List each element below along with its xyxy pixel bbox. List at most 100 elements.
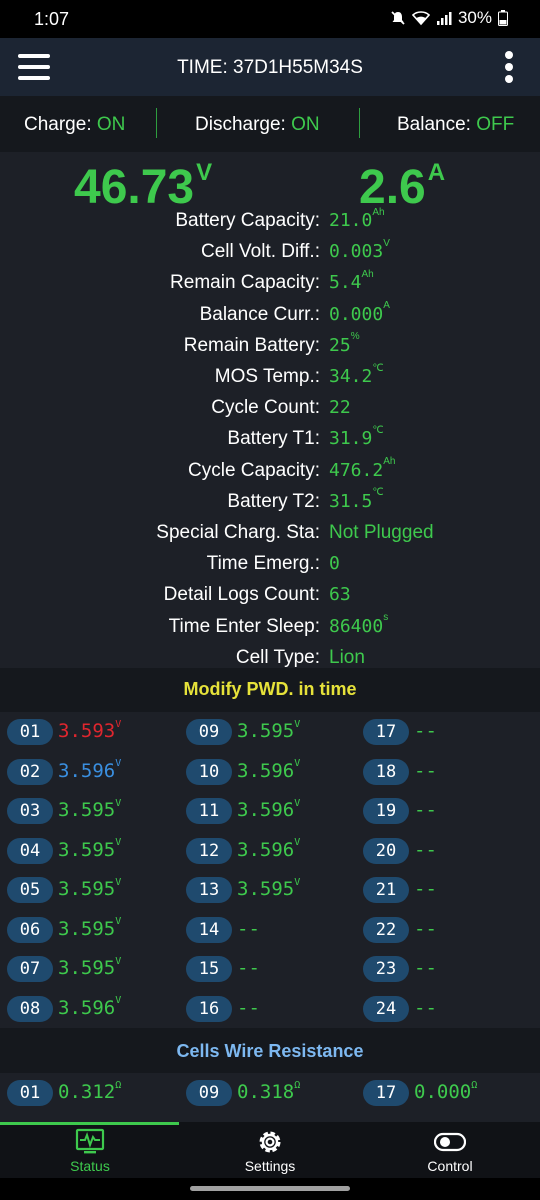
cell-number-badge: 23 <box>363 956 409 982</box>
cell-item: 12 3.596V <box>179 831 357 870</box>
info-value: 0.003V <box>329 238 390 263</box>
cell-item: 18 -- <box>356 752 534 791</box>
info-value: 31.5℃ <box>329 487 384 513</box>
info-label: Time Emerg.: <box>206 553 320 575</box>
cell-number-badge: 21 <box>363 877 409 903</box>
info-label: MOS Temp.: <box>214 366 320 387</box>
current-unit: A <box>427 159 446 186</box>
cell-number-badge: 16 <box>186 995 232 1022</box>
total-voltage: 46.73V <box>74 159 212 215</box>
cell-item: 19 -- <box>356 791 534 830</box>
cell-value-text: -- <box>414 917 437 940</box>
info-unit: A <box>383 300 390 312</box>
cell-value-text: 3.593 <box>58 720 116 742</box>
cell-value: -- <box>414 839 437 861</box>
cell-item: 17 0.000Ω <box>356 1073 534 1112</box>
charge-value: ON <box>96 114 126 135</box>
cell-unit: V <box>115 955 122 967</box>
cell-item: 11 3.596V <box>179 791 357 830</box>
cell-item: 05 3.595V <box>0 870 178 909</box>
cell-item: 09 0.318Ω <box>179 1073 357 1112</box>
info-row: Battery T2: 31.5℃ <box>0 487 540 518</box>
info-value-text: 22 <box>329 397 351 419</box>
balance-status: Balance: OFF <box>397 114 514 136</box>
gesture-bar <box>0 1178 540 1200</box>
cell-number-badge: 07 <box>7 956 53 982</box>
discharge-status: Discharge: ON <box>195 114 320 136</box>
cell-number-badge: 22 <box>363 916 409 943</box>
cell-value: -- <box>237 957 260 979</box>
cell-item: 24 -- <box>356 989 534 1028</box>
more-options-icon[interactable] <box>504 51 514 83</box>
info-value-text: 476.2 <box>329 459 384 481</box>
cell-item: 03 3.595V <box>0 791 178 830</box>
status-bar: 1:07 30% <box>0 0 540 38</box>
cell-item: 23 -- <box>356 949 534 988</box>
cell-unit: V <box>115 837 122 849</box>
cell-unit: V <box>115 797 122 809</box>
toggle-icon <box>434 1132 466 1152</box>
cell-value: 0.318Ω <box>237 1080 300 1103</box>
cell-number-badge: 19 <box>363 798 409 824</box>
info-value-text: 0 <box>329 553 340 575</box>
info-value: 63 <box>329 584 351 606</box>
info-value: 22 <box>329 397 351 419</box>
cell-number-badge: 11 <box>186 798 232 824</box>
cell-number-badge: 09 <box>186 719 232 745</box>
cell-value-text: -- <box>414 720 437 742</box>
cell-item: 21 -- <box>356 870 534 909</box>
tab-control[interactable]: Control <box>360 1122 540 1178</box>
cell-value: -- <box>237 918 260 940</box>
cell-value-text: 3.595 <box>58 838 116 861</box>
tab-status[interactable]: Status <box>0 1122 180 1178</box>
cell-value: 3.595V <box>237 719 300 742</box>
page-title: TIME: 37D1H55M34S <box>177 57 363 78</box>
balance-label: Balance: <box>397 114 471 135</box>
cell-value: -- <box>414 997 437 1019</box>
battery-percent: 30% <box>457 8 492 27</box>
cell-item: 09 3.595V <box>179 712 357 751</box>
cell-item: 01 3.593V <box>0 712 178 751</box>
info-row: MOS Temp.: 34.2℃ <box>0 362 540 393</box>
cell-value: 3.596V <box>237 798 300 821</box>
info-unit: ℃ <box>372 487 384 499</box>
cell-unit: Ω <box>471 1079 478 1091</box>
info-row: Special Charg. Sta: Not Plugged <box>0 518 540 549</box>
battery-icon <box>498 10 508 26</box>
info-value-text: Not Plugged <box>329 522 434 543</box>
info-unit: % <box>350 331 360 343</box>
tab-settings[interactable]: Settings <box>180 1122 360 1178</box>
info-value-text: 31.5 <box>329 490 373 512</box>
cell-number-badge: 02 <box>7 758 53 785</box>
cell-number-badge: 15 <box>186 956 232 982</box>
divider <box>156 108 157 138</box>
info-value-text: Lion <box>329 646 365 668</box>
cell-unit: V <box>115 758 122 770</box>
cell-unit: V <box>294 758 301 770</box>
cell-item: 15 -- <box>179 949 357 988</box>
info-value: Lion <box>329 647 365 668</box>
info-value-text: 5.4 <box>329 272 362 294</box>
info-row: Time Enter Sleep: 86400s <box>0 612 540 643</box>
cell-voltage-grid: 01 3.593V 02 3.596V 03 3.595V 04 3.595V 05 3.595V… <box>0 712 540 1028</box>
cell-value: 3.595V <box>58 837 122 861</box>
cell-value: -- <box>414 918 437 940</box>
home-indicator <box>190 1186 350 1191</box>
balance-value: OFF <box>476 114 515 135</box>
cell-number-badge: 03 <box>7 798 53 824</box>
info-value: 5.4Ah <box>329 269 374 294</box>
cell-item: 17 -- <box>356 712 534 751</box>
tab-settings-label: Settings <box>244 1158 296 1174</box>
cell-item: 04 3.595V <box>0 831 178 870</box>
cell-value-text: 3.596 <box>58 759 116 782</box>
cell-value-text: -- <box>414 759 437 782</box>
current-value: 2.6 <box>359 161 426 214</box>
info-value: 34.2℃ <box>329 363 384 388</box>
info-value-text: 0.003 <box>329 241 384 263</box>
info-value: 0.000A <box>329 300 390 326</box>
cell-number-badge: 20 <box>363 837 409 864</box>
info-row: Battery T1: 31.9℃ <box>0 424 540 455</box>
info-row: Cell Volt. Diff.: 0.003V <box>0 237 540 268</box>
cell-unit: Ω <box>115 1079 122 1091</box>
discharge-value: ON <box>291 114 320 135</box>
